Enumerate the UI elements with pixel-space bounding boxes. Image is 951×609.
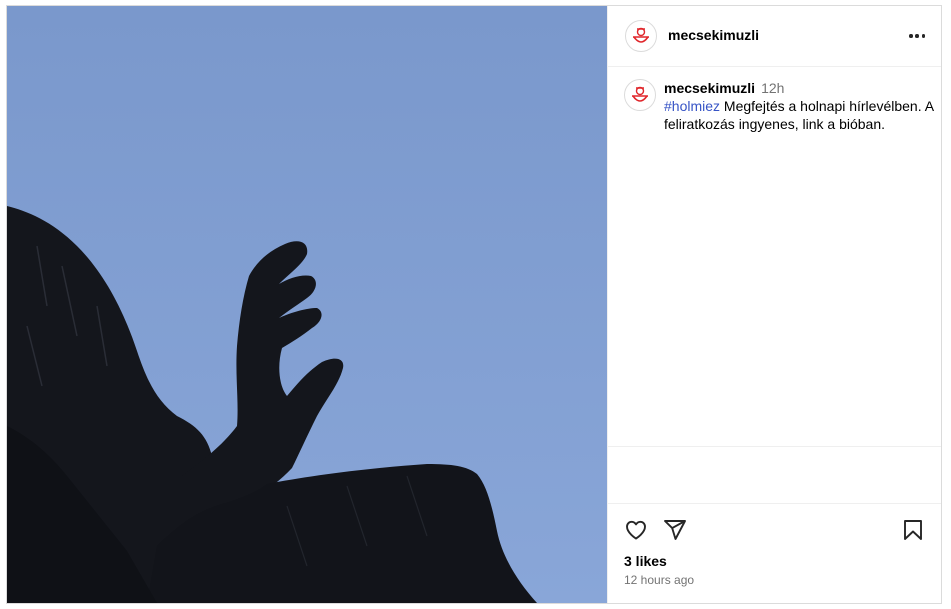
paper-plane-icon [664,520,686,540]
statue-silhouette-photo [7,6,607,603]
avatar[interactable] [625,20,657,52]
post-image[interactable] [7,6,607,603]
bookmark-outline-icon [904,520,922,540]
hashtag-link[interactable]: #holmiez [664,98,720,114]
post-header: mecsekimuzli [608,6,941,67]
caption-text: mecsekimuzli 12h #holmiez Megfejtés a hol… [664,79,934,133]
more-options-button[interactable] [909,25,925,47]
dot-icon [915,34,919,38]
share-button[interactable] [663,518,687,542]
avatar[interactable] [624,79,656,111]
heart-outline-icon [626,520,646,540]
post-actions: 3 likes 12 hours ago [608,503,941,603]
post-timestamp[interactable]: 12 hours ago [624,573,694,587]
muzli-logo-icon [632,86,648,102]
caption-username[interactable]: mecsekimuzli [664,80,755,96]
divider [608,446,941,447]
likes-count[interactable]: 3 likes [624,553,667,569]
muzli-logo-icon [633,27,649,43]
like-button[interactable] [624,518,648,542]
post-card: mecsekimuzli mecsekimuzli 12h #holmiez Me… [6,5,942,604]
caption-time[interactable]: 12h [761,80,784,96]
dot-icon [909,34,913,38]
post-author-username[interactable]: mecsekimuzli [668,27,759,43]
post-sidebar: mecsekimuzli mecsekimuzli 12h #holmiez Me… [607,6,941,603]
save-button[interactable] [901,518,925,542]
dot-icon [921,34,925,38]
